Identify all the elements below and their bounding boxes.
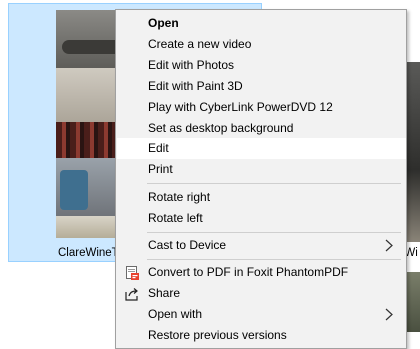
menu-item-rotate-right[interactable]: Rotate right [117,187,406,208]
menu-item-label: Convert to PDF in Foxit PhantomPDF [148,265,349,279]
menu-item-label: Edit with Photos [148,58,235,72]
menu-separator [147,259,401,260]
menu-item-label: Share [148,286,181,300]
context-menu: Open Create a new video Edit with Photos… [115,9,407,349]
foxit-pdf-icon [126,266,139,280]
menu-item-label: Open with [148,307,203,321]
menu-item-label: Open [148,16,179,30]
menu-item-label: Set as desktop background [148,121,294,135]
menu-item-open-with[interactable]: Open with [117,304,406,325]
menu-item-label: Play with CyberLink PowerDVD 12 [148,100,333,114]
menu-item-label: Print [148,162,173,176]
menu-item-convert-to-pdf[interactable]: Convert to PDF in Foxit PhantomPDF [117,262,406,283]
menu-item-label: Edit with Paint 3D [148,79,243,93]
menu-item-label: Rotate left [148,211,203,225]
menu-item-share[interactable]: Share [117,283,406,304]
menu-item-play-with-powerdvd[interactable]: Play with CyberLink PowerDVD 12 [117,97,406,118]
menu-item-create-video[interactable]: Create a new video [117,34,406,55]
share-icon [125,288,138,301]
chevron-right-icon [385,239,393,252]
menu-item-label: Cast to Device [148,238,227,252]
menu-item-restore-previous-versions[interactable]: Restore previous versions [117,325,406,346]
menu-item-rotate-left[interactable]: Rotate left [117,208,406,229]
menu-item-edit-with-paint-3d[interactable]: Edit with Paint 3D [117,76,406,97]
chevron-right-icon [385,308,393,321]
menu-item-cast-to-device[interactable]: Cast to Device [117,235,406,256]
menu-item-label: Create a new video [148,37,252,51]
menu-item-print[interactable]: Print [117,159,406,180]
menu-item-edit[interactable]: Edit [117,138,406,159]
menu-item-label: Restore previous versions [148,328,287,342]
menu-item-label: Edit [148,141,169,155]
menu-item-edit-with-photos[interactable]: Edit with Photos [117,55,406,76]
menu-separator [147,232,401,233]
menu-item-open[interactable]: Open [117,13,406,34]
file-name-label: ClareWineT [58,247,119,259]
menu-item-set-desktop-background[interactable]: Set as desktop background [117,118,406,139]
menu-separator [147,183,401,184]
menu-item-label: Rotate right [148,190,211,204]
